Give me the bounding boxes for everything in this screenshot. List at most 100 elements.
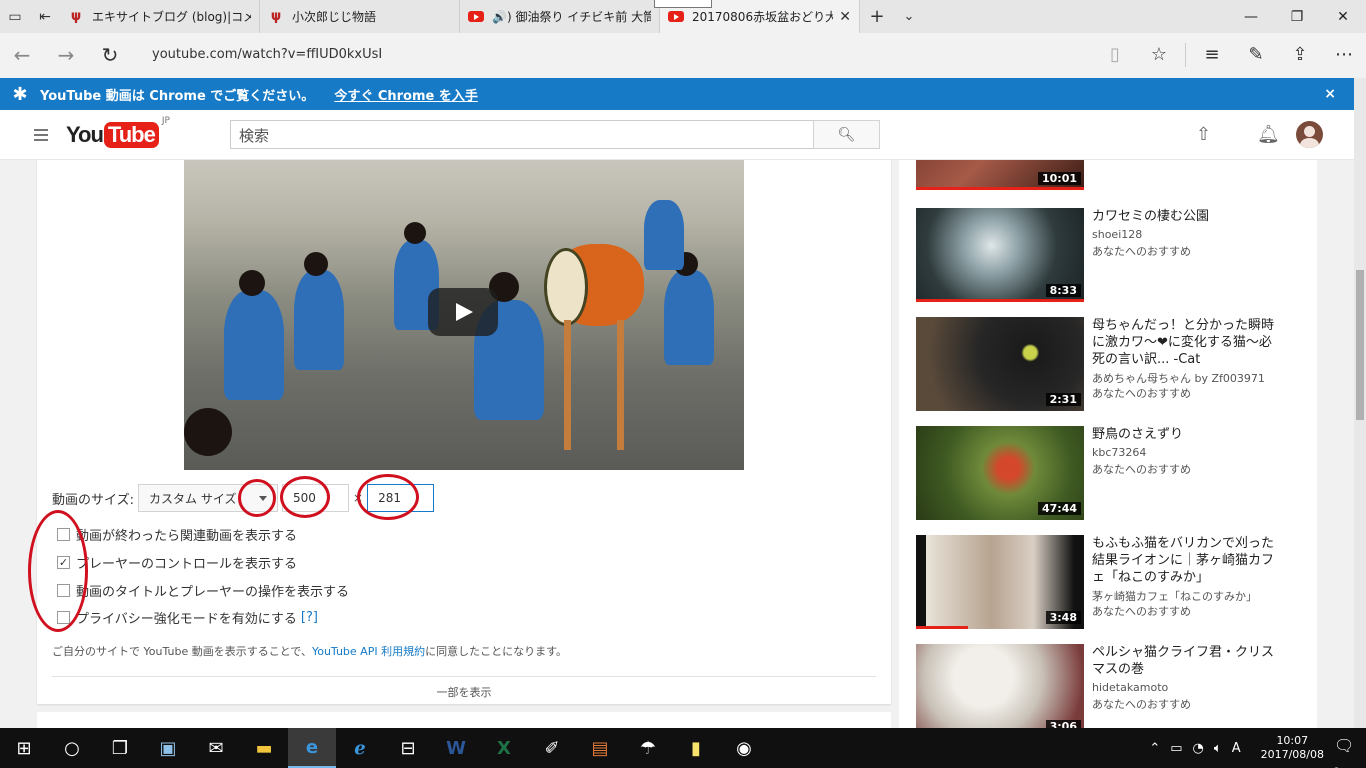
- app-icon[interactable]: ◉: [720, 728, 768, 768]
- scrollbar-thumb[interactable]: [1356, 270, 1364, 420]
- video-title[interactable]: ペルシャ猫クライフ君・クリスマスの巻: [1092, 644, 1282, 678]
- toolbox-icon[interactable]: ▤: [576, 728, 624, 768]
- embed-card: 動画のサイズ: カスタム サイズ 500 × 281 動画が終わったら関連動画を…: [37, 160, 891, 704]
- favorite-star-icon[interactable]: ☆: [1137, 44, 1181, 65]
- wifi-icon[interactable]: ◔: [1193, 741, 1204, 756]
- forward-arrow-icon[interactable]: →: [44, 43, 88, 67]
- related-video[interactable]: 8:33 カワセミの棲む公園 shoei128 あなたへのおすすめ: [916, 208, 1316, 304]
- option-privacy-mode[interactable]: プライバシー強化モードを有効にする [?]: [57, 608, 318, 627]
- related-video[interactable]: 47:44 野鳥のさえずり kbc73264 あなたへのおすすめ: [916, 426, 1316, 522]
- video-title[interactable]: カワセミの棲む公園: [1092, 208, 1282, 225]
- related-video[interactable]: 2:31 母ちゃんだっ！と分かった瞬時に激カワ〜❤に変化する猫〜必死の言い訳..…: [916, 317, 1316, 413]
- related-video[interactable]: 3:48 もふもふ猫をバリカンで刈った結果ライオンに｜茅ヶ崎猫カフェ「ねこのすみ…: [916, 535, 1316, 631]
- search-button[interactable]: 🔍︎: [813, 120, 880, 149]
- set-aside-tabs-icon[interactable]: ⇤: [30, 0, 60, 33]
- task-view-icon[interactable]: ❐: [96, 728, 144, 768]
- page-scrollbar[interactable]: [1354, 78, 1366, 728]
- video-thumbnail[interactable]: 8:33: [916, 208, 1084, 302]
- video-thumbnail[interactable]: 2:31: [916, 317, 1084, 411]
- web-note-icon[interactable]: ✎: [1234, 44, 1278, 65]
- tab-preview-icon[interactable]: ▭: [0, 0, 30, 33]
- play-icon[interactable]: [428, 288, 498, 336]
- excite-icon: ψ: [270, 9, 282, 24]
- action-center-icon[interactable]: 🗨︎2: [1334, 736, 1358, 768]
- video-size-select[interactable]: カスタム サイズ: [138, 484, 278, 512]
- clock[interactable]: 10:07 2017/08/08: [1261, 734, 1324, 762]
- internet-explorer-icon[interactable]: ℯ: [336, 728, 384, 768]
- back-arrow-icon[interactable]: ←: [0, 43, 44, 67]
- search-input[interactable]: 検索: [230, 120, 814, 149]
- ime-indicator[interactable]: A: [1232, 741, 1241, 756]
- url-field[interactable]: youtube.com/watch?v=ffIUD0kxUsI: [152, 47, 1093, 62]
- video-title[interactable]: 野鳥のさえずり: [1092, 426, 1282, 443]
- close-window-icon[interactable]: ✕: [1320, 0, 1366, 33]
- video-title[interactable]: 母ちゃんだっ！と分かった瞬時に激カワ〜❤に変化する猫〜必死の言い訳... -Ca…: [1092, 317, 1282, 368]
- video-thumbnail[interactable]: 3:06: [916, 644, 1084, 728]
- watched-progress-bar: [916, 299, 1084, 302]
- video-thumbnail[interactable]: 10:01: [916, 160, 1084, 190]
- related-video[interactable]: 3:06 ペルシャ猫クライフ君・クリスマスの巻 hidetakamoto あなた…: [916, 644, 1316, 728]
- duration-badge: 3:48: [1045, 611, 1081, 624]
- related-video[interactable]: 10:01: [916, 160, 1316, 192]
- paint-icon[interactable]: ✐: [528, 728, 576, 768]
- avatar[interactable]: [1296, 121, 1323, 148]
- width-input[interactable]: 500: [282, 484, 349, 512]
- video-thumbnail[interactable]: 3:48: [916, 535, 1084, 629]
- more-icon[interactable]: ⋯: [1322, 44, 1366, 65]
- new-tab-button[interactable]: +: [860, 0, 894, 33]
- word-icon[interactable]: W: [432, 728, 480, 768]
- recommended-label: あなたへのおすすめ: [1092, 463, 1191, 476]
- duration-badge: 8:33: [1045, 284, 1081, 297]
- tab-1[interactable]: ψ エキサイトブログ (blog)|コメント: [60, 0, 260, 33]
- tab-2[interactable]: ψ 小次郎じじ物語: [260, 0, 460, 33]
- tab-list-chevron-icon[interactable]: ⌄: [894, 0, 924, 33]
- help-link[interactable]: [?]: [301, 610, 318, 625]
- minimize-icon[interactable]: —: [1228, 0, 1274, 33]
- option-player-controls[interactable]: ✓ プレーヤーのコントロールを表示する: [57, 553, 297, 572]
- edge-browser-icon[interactable]: e: [288, 728, 336, 768]
- file-explorer-icon[interactable]: ▬: [240, 728, 288, 768]
- excel-icon[interactable]: X: [480, 728, 528, 768]
- divider: [52, 676, 876, 677]
- api-terms-link[interactable]: YouTube API 利用規約: [312, 645, 425, 658]
- share-icon[interactable]: ⇪: [1278, 44, 1322, 65]
- sticky-notes-icon[interactable]: ▮: [672, 728, 720, 768]
- close-banner-icon[interactable]: ×: [1324, 86, 1336, 102]
- close-tab-icon[interactable]: ✕: [839, 9, 851, 25]
- youtube-masthead: You Tube JP 検索 🔍︎ ⇧ 🔔︎: [0, 110, 1354, 160]
- photos-app-icon[interactable]: ▣: [144, 728, 192, 768]
- windows-start-icon[interactable]: ⊞: [0, 728, 48, 768]
- tab-3[interactable]: 🔊) 御油祭り イチビキ前 大筒: [460, 0, 660, 33]
- checkbox-checked[interactable]: ✓: [57, 556, 70, 569]
- times-sign: ×: [353, 491, 364, 505]
- guide-menu-icon[interactable]: [34, 128, 64, 141]
- volume-muted-icon[interactable]: 🔈︎: [1214, 741, 1222, 756]
- height-input[interactable]: 281: [367, 484, 435, 512]
- checkbox[interactable]: [57, 584, 70, 597]
- mail-icon[interactable]: ✉: [192, 728, 240, 768]
- get-chrome-link[interactable]: 今すぐ Chrome を入手: [334, 85, 478, 104]
- upload-icon[interactable]: ⇧: [1196, 124, 1211, 145]
- video-size-row: 動画のサイズ: カスタム サイズ 500 × 281: [52, 484, 435, 512]
- youtube-logo[interactable]: You Tube JP: [66, 116, 170, 148]
- option-title-actions[interactable]: 動画のタイトルとプレーヤーの操作を表示する: [57, 581, 349, 600]
- video-title[interactable]: もふもふ猫をバリカンで刈った結果ライオンに｜茅ヶ崎猫カフェ「ねこのすみか」: [1092, 535, 1282, 586]
- paint-palette-icon[interactable]: ☂: [624, 728, 672, 768]
- hub-icon[interactable]: ≡: [1190, 44, 1234, 65]
- star-icon: ✱: [12, 83, 28, 105]
- refresh-icon[interactable]: ↻: [88, 43, 132, 67]
- video-preview[interactable]: [184, 160, 744, 470]
- cortana-search-icon[interactable]: ○: [48, 728, 96, 768]
- show-less-button[interactable]: 一部を表示: [37, 684, 891, 700]
- duration-badge: 3:06: [1045, 720, 1081, 728]
- show-hidden-icons-chevron-icon[interactable]: ⌃: [1149, 741, 1160, 756]
- checkbox[interactable]: [57, 611, 70, 624]
- video-thumbnail[interactable]: 47:44: [916, 426, 1084, 520]
- restore-icon[interactable]: ❐: [1274, 0, 1320, 33]
- checkbox[interactable]: [57, 528, 70, 541]
- store-icon[interactable]: ⊟: [384, 728, 432, 768]
- battery-icon[interactable]: ▭: [1170, 741, 1182, 756]
- notifications-bell-icon[interactable]: 🔔︎: [1257, 124, 1280, 145]
- option-related-videos[interactable]: 動画が終わったら関連動画を表示する: [57, 525, 297, 544]
- reading-view-icon[interactable]: ▯: [1093, 44, 1137, 65]
